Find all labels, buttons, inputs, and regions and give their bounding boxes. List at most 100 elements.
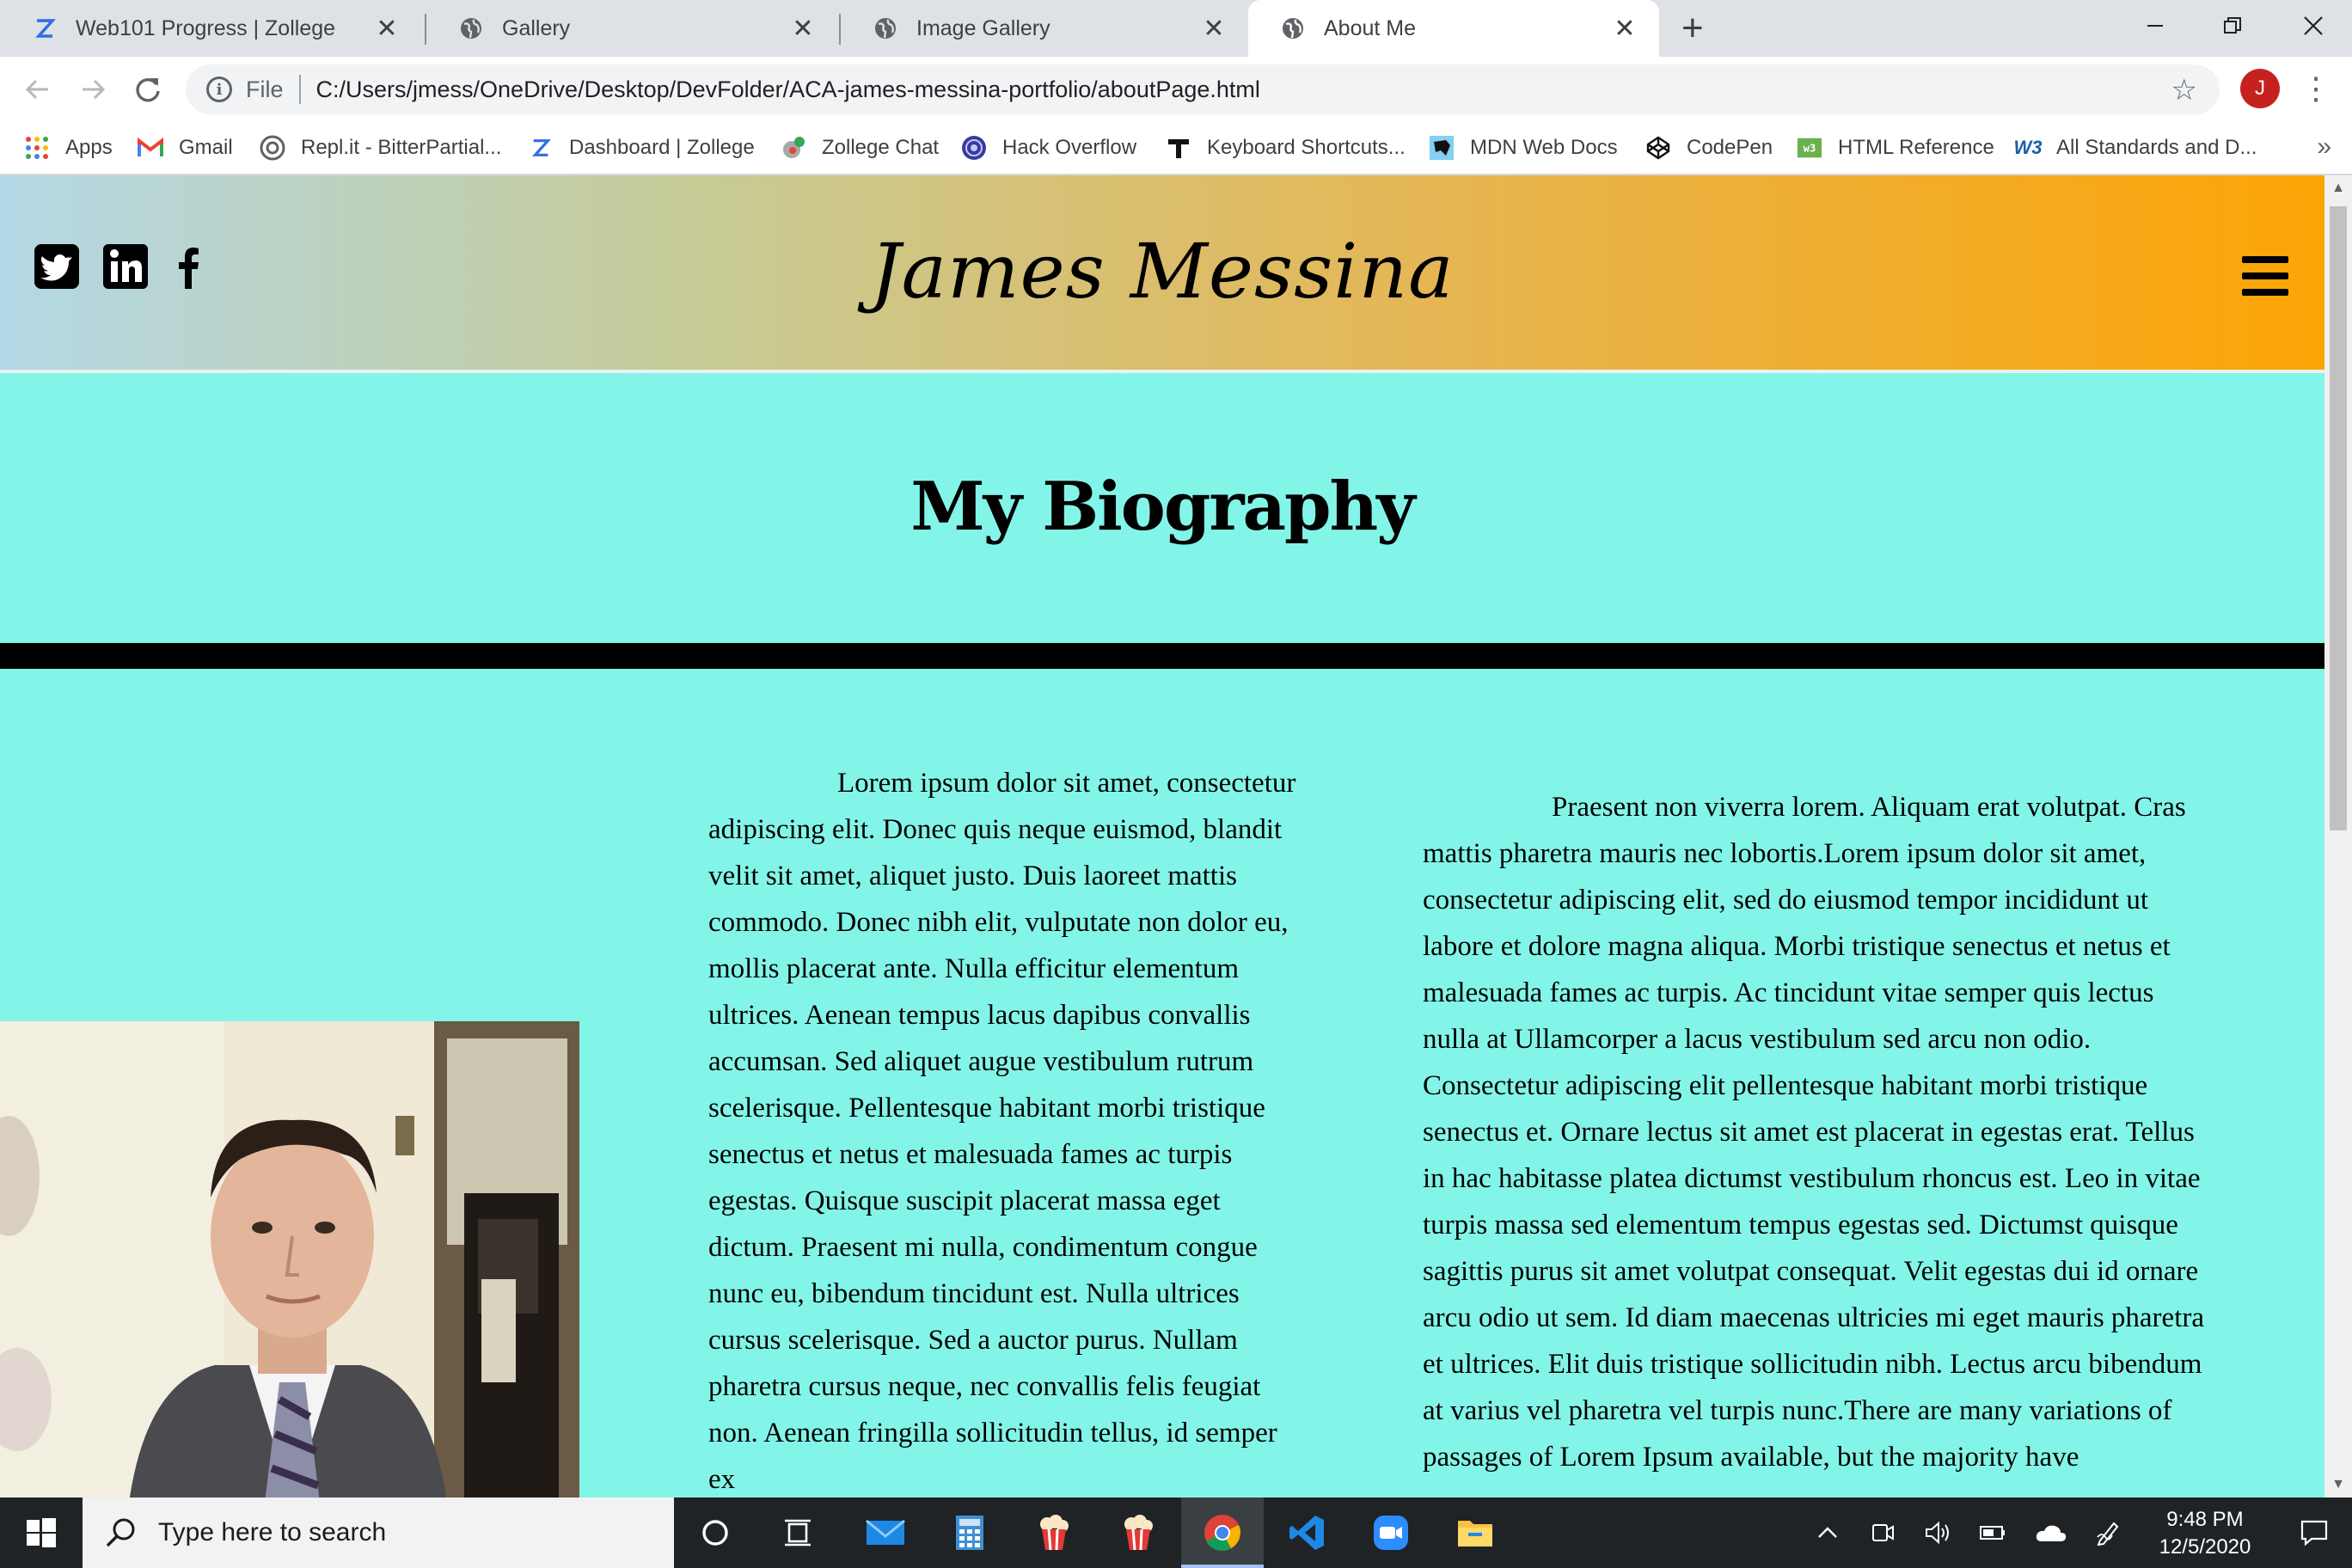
menu-kebab-icon[interactable]: ⋮ xyxy=(2300,69,2331,108)
zoom-icon[interactable] xyxy=(1350,1498,1432,1568)
page-scrollbar[interactable]: ▲ ▼ xyxy=(2324,175,2352,1498)
chrome-icon[interactable] xyxy=(1181,1498,1264,1568)
restore-icon[interactable] xyxy=(2194,0,2271,52)
forward-icon[interactable] xyxy=(69,65,117,113)
mail-icon[interactable] xyxy=(844,1498,927,1568)
hack-overflow-icon xyxy=(961,135,987,161)
html-reference-icon: w3 xyxy=(1797,135,1822,161)
globe-icon xyxy=(873,16,897,40)
scroll-down-icon[interactable]: ▼ xyxy=(2324,1477,2352,1492)
bookmark-zollege-chat[interactable]: Zollege Chat xyxy=(781,122,939,174)
onedrive-icon[interactable] xyxy=(2030,1498,2072,1568)
tab-title: About Me xyxy=(1324,15,1417,40)
minimize-icon[interactable] xyxy=(2116,0,2194,52)
bookmark-all-standards[interactable]: W3 All Standards and D... xyxy=(2013,122,2257,174)
bookmark-html-reference[interactable]: w3 HTML Reference xyxy=(1797,122,1994,174)
meet-now-icon[interactable] xyxy=(1864,1498,1902,1568)
taskbar-clock[interactable]: 9:48 PM 12/5/2020 xyxy=(2149,1506,2261,1561)
new-tab-icon[interactable]: + xyxy=(1681,7,1704,50)
notification-center-icon[interactable] xyxy=(2276,1498,2352,1568)
pen-icon[interactable] xyxy=(2089,1498,2127,1568)
bookmark-codepen[interactable]: CodePen xyxy=(1645,122,1773,174)
site-name: James Messina xyxy=(870,227,1455,315)
scrollbar-thumb[interactable] xyxy=(2330,206,2347,830)
profile-photo xyxy=(0,1021,579,1498)
tab-close-icon[interactable]: ✕ xyxy=(371,14,402,44)
file-explorer-icon[interactable] xyxy=(1434,1498,1516,1568)
bookmark-star-icon[interactable]: ☆ xyxy=(2171,73,2197,107)
bookmark-dashboard-zollege[interactable]: Dashboard | Zollege xyxy=(528,122,755,174)
vscode-icon[interactable] xyxy=(1265,1498,1348,1568)
tab-title: Gallery xyxy=(502,15,571,40)
browser-toolbar: i File C:/Users/jmess/OneDrive/Desktop/D… xyxy=(0,57,2352,122)
w3c-icon: W3 xyxy=(2013,137,2043,158)
globe-icon xyxy=(459,16,483,40)
keyboard-icon xyxy=(1166,135,1191,161)
codepen-icon xyxy=(1645,135,1671,161)
tab-about-me[interactable]: About Me ✕ xyxy=(1248,0,1659,57)
tab-image-gallery[interactable]: Image Gallery ✕ xyxy=(841,0,1248,57)
svg-text:w3: w3 xyxy=(1804,143,1816,155)
profile-avatar[interactable]: J xyxy=(2240,69,2280,108)
bookmarks-bar: Apps Gmail Repl.it - BitterPartial... Da… xyxy=(0,122,2352,175)
bookmark-mdn-web-docs[interactable]: MDN Web Docs xyxy=(1429,122,1618,174)
bookmark-hack-overflow[interactable]: Hack Overflow xyxy=(961,122,1136,174)
section-divider xyxy=(0,643,2324,669)
bookmark-label: Zollege Chat xyxy=(822,136,940,159)
tab-close-icon[interactable]: ✕ xyxy=(1609,14,1640,44)
task-view-icon[interactable] xyxy=(756,1498,839,1568)
reload-icon[interactable] xyxy=(124,65,172,113)
tab-web101-progress[interactable]: Web101 Progress | Zollege ✕ xyxy=(0,0,421,57)
bookmark-label: Dashboard | Zollege xyxy=(569,136,755,159)
page-title: My Biography xyxy=(910,468,1415,546)
url-divider xyxy=(298,75,301,104)
cortana-icon[interactable] xyxy=(674,1498,756,1568)
windows-start-icon[interactable] xyxy=(0,1498,83,1568)
taskbar-search-input[interactable]: Type here to search xyxy=(83,1498,674,1568)
popcorn-time-alt-icon[interactable] xyxy=(1097,1498,1179,1568)
chat-icon xyxy=(781,135,806,161)
apps-grid-icon xyxy=(24,135,50,161)
bio-column-2: Praesent non viverra lorem. Aliquam erat… xyxy=(1423,784,2205,1480)
tab-strip: Web101 Progress | Zollege ✕ Gallery ✕ Im… xyxy=(0,0,2352,57)
bio-column-1: Lorem ipsum dolor sit amet, consectetur … xyxy=(708,760,1310,1498)
bookmark-label: Apps xyxy=(65,136,113,159)
bookmarks-overflow-icon[interactable]: » xyxy=(2317,132,2331,162)
bookmark-label: Keyboard Shortcuts... xyxy=(1207,136,1406,159)
bookmark-replit[interactable]: Repl.it - BitterPartial... xyxy=(260,122,501,174)
tab-title: Web101 Progress | Zollege xyxy=(76,15,336,40)
page-viewport: James Messina My Biography Lorem ipsum d… xyxy=(0,175,2324,1498)
clock-time: 9:48 PM xyxy=(2166,1508,2244,1531)
replit-icon xyxy=(260,135,285,161)
site-info-icon[interactable]: i xyxy=(206,77,232,102)
close-window-icon[interactable] xyxy=(2275,0,2352,52)
back-icon[interactable] xyxy=(14,65,62,113)
bookmark-label: Gmail xyxy=(179,136,233,159)
bookmark-apps[interactable]: Apps xyxy=(24,122,113,174)
battery-icon[interactable] xyxy=(1974,1498,2012,1568)
address-bar[interactable]: i File C:/Users/jmess/OneDrive/Desktop/D… xyxy=(186,64,2220,114)
clock-date: 12/5/2020 xyxy=(2159,1535,2251,1559)
url-text[interactable]: C:/Users/jmess/OneDrive/Desktop/DevFolde… xyxy=(316,77,1260,103)
scroll-up-icon[interactable]: ▲ xyxy=(2324,181,2352,196)
tab-title: Image Gallery xyxy=(916,15,1050,40)
globe-icon xyxy=(1281,16,1305,40)
calculator-icon[interactable] xyxy=(928,1498,1011,1568)
bookmark-label: Repl.it - BitterPartial... xyxy=(301,136,502,159)
search-placeholder: Type here to search xyxy=(158,1518,387,1547)
hamburger-menu-icon[interactable] xyxy=(2242,256,2288,296)
search-icon xyxy=(106,1518,135,1547)
volume-icon[interactable] xyxy=(1919,1498,1957,1568)
bookmark-label: All Standards and D... xyxy=(2056,136,2257,159)
bio-paragraph: Praesent non viverra lorem. Aliquam erat… xyxy=(1423,792,2204,1473)
site-header: James Messina xyxy=(0,175,2324,373)
tab-close-icon[interactable]: ✕ xyxy=(787,14,818,44)
gmail-icon xyxy=(138,135,163,161)
popcorn-time-icon[interactable] xyxy=(1013,1498,1095,1568)
bookmark-keyboard-shortcuts[interactable]: Keyboard Shortcuts... xyxy=(1166,122,1406,174)
zollege-icon xyxy=(33,16,57,40)
tab-gallery[interactable]: Gallery ✕ xyxy=(426,0,837,57)
bookmark-gmail[interactable]: Gmail xyxy=(138,122,233,174)
tab-close-icon[interactable]: ✕ xyxy=(1198,14,1229,44)
chevron-up-icon[interactable] xyxy=(1809,1498,1847,1568)
